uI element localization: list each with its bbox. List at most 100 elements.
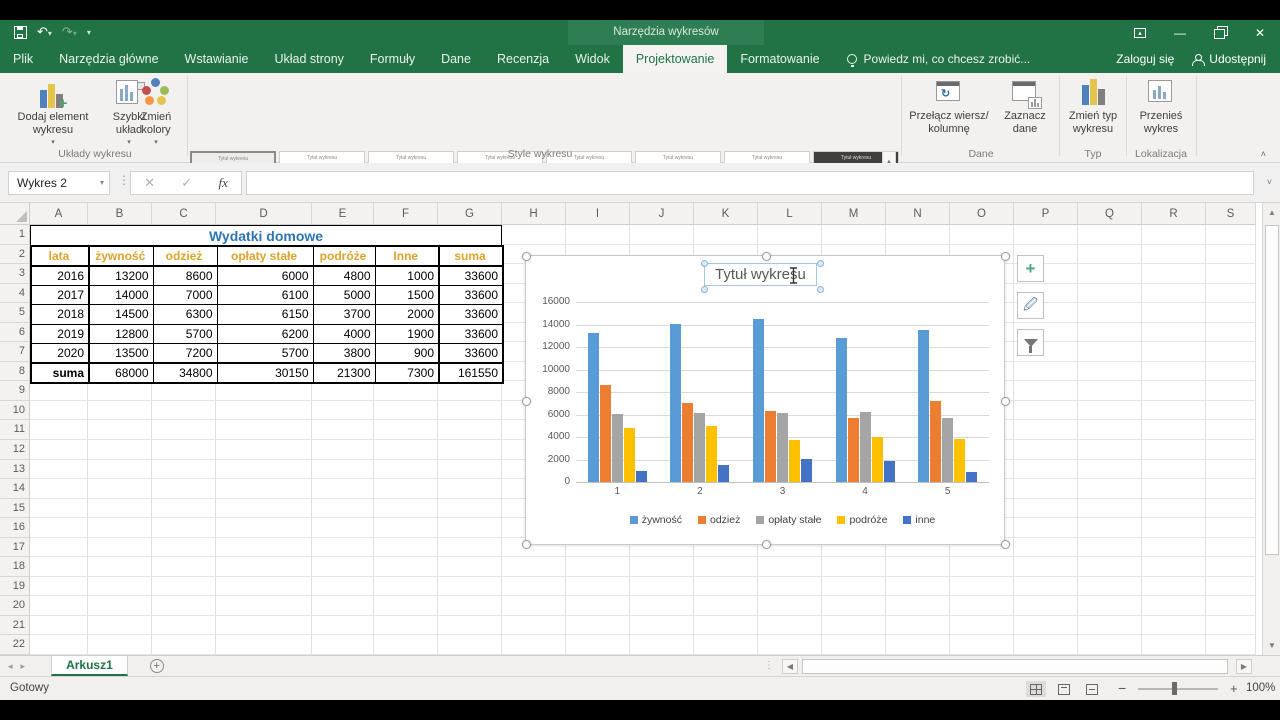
table-cell[interactable]: 30150 [217,363,313,383]
row-header-11[interactable]: 11 [0,420,30,440]
row-header-5[interactable]: 5 [0,303,30,323]
chart-selection-handle[interactable] [522,397,531,406]
table-row[interactable]: 201613200860060004800100033600 [31,266,503,286]
row-header-4[interactable]: 4 [0,284,30,304]
row-header-2[interactable]: 2 [0,245,30,265]
row-header-17[interactable]: 17 [0,538,30,558]
tab-wstawianie[interactable]: Wstawianie [172,45,262,73]
table-cell[interactable]: 900 [375,344,439,364]
chart-bar-żywność[interactable] [588,333,599,482]
table-cell[interactable]: 2016 [31,266,89,286]
chart-selection-handle[interactable] [1001,540,1010,549]
table-cell[interactable]: 161550 [439,363,503,383]
legend-item-podróże[interactable]: podróże [837,514,887,526]
chart-selection-handle[interactable] [1001,252,1010,261]
table-cell[interactable]: 2019 [31,324,89,344]
table-cell[interactable]: 68000 [89,363,153,383]
table-cell[interactable]: 3700 [313,305,375,325]
table-cell[interactable]: 2000 [375,305,439,325]
table-cell[interactable]: odzież [153,246,217,266]
table-cell[interactable]: 6100 [217,285,313,305]
table-cell[interactable]: suma [31,363,89,383]
sheet-tab-arkusz1[interactable]: Arkusz1 [51,656,128,676]
row-header-9[interactable]: 9 [0,381,30,401]
tab-układ-strony[interactable]: Układ strony [261,45,356,73]
insert-function-icon[interactable]: fx [218,175,227,191]
tab-projektowanie[interactable]: Projektowanie [623,45,728,73]
row-header-19[interactable]: 19 [0,577,30,597]
data-table[interactable]: latażywnośćodzieżopłaty stałepodróżeInne… [30,245,504,384]
column-header-E[interactable]: E [312,203,374,225]
column-header-R[interactable]: R [1142,203,1206,225]
sign-in-link[interactable]: Zaloguj się [1116,52,1174,66]
column-header-B[interactable]: B [88,203,152,225]
chart-bar-odzież[interactable] [600,385,611,482]
table-cell[interactable]: 33600 [439,324,503,344]
scroll-up-icon[interactable]: ▲ [1263,203,1280,222]
column-header-C[interactable]: C [152,203,216,225]
tab-recenzja[interactable]: Recenzja [484,45,562,73]
sheet-nav-left-icon[interactable]: ◂ [0,656,21,676]
table-cell[interactable]: opłaty stałe [217,246,313,266]
table-cell[interactable]: 14500 [89,305,153,325]
zoom-slider-thumb[interactable] [1172,682,1177,695]
column-header-S[interactable]: S [1206,203,1256,225]
chart-bar-inne[interactable] [636,471,647,482]
normal-view-button[interactable] [1026,681,1046,697]
enter-icon[interactable]: ✓ [181,175,192,191]
expand-formula-bar-icon[interactable]: ˅ [1267,177,1272,187]
zoom-slider-track[interactable] [1138,688,1218,690]
move-chart-button[interactable]: Przenieś wykres [1130,75,1192,147]
share-button[interactable]: Udostępnij [1192,52,1266,66]
column-header-G[interactable]: G [438,203,502,225]
chart-bar-inne[interactable] [718,465,729,482]
row-header-22[interactable]: 22 [0,635,30,655]
column-header-H[interactable]: H [502,203,566,225]
column-header-L[interactable]: L [758,203,822,225]
chart-bar-inne[interactable] [966,472,977,482]
chart-bar-opłaty stałe[interactable] [694,413,705,482]
tab-plik[interactable]: Plik [0,45,46,73]
horizontal-scrollbar[interactable]: ◀ ▶ [782,656,1252,676]
table-cell[interactable]: 5000 [313,285,375,305]
select-data-button[interactable]: Zaznacz dane [994,75,1056,147]
table-cell[interactable]: 1900 [375,324,439,344]
legend-item-opłaty stałe[interactable]: opłaty stałe [756,514,821,526]
table-cell[interactable]: 4800 [313,266,375,286]
table-cell[interactable]: 1500 [375,285,439,305]
chart-bar-opłaty stałe[interactable] [942,418,953,482]
row-header-1[interactable]: 1 [0,225,30,245]
table-cell[interactable]: 8600 [153,266,217,286]
table-cell[interactable]: 2020 [31,344,89,364]
chart-selection-handle[interactable] [522,540,531,549]
chart-styles-button[interactable]: 🖉 [1017,292,1044,319]
legend-item-odzież[interactable]: odzież [698,514,740,526]
table-cell[interactable]: 13200 [89,266,153,286]
chart-bar-żywność[interactable] [836,338,847,482]
row-header-18[interactable]: 18 [0,557,30,577]
table-cell[interactable]: 13500 [89,344,153,364]
table-cell[interactable]: Inne [375,246,439,266]
close-button[interactable]: ✕ [1240,20,1280,45]
tab-widok[interactable]: Widok [562,45,623,73]
column-header-K[interactable]: K [694,203,758,225]
row-header-6[interactable]: 6 [0,323,30,343]
table-cell[interactable]: 33600 [439,266,503,286]
change-chart-type-button[interactable]: Zmień typ wykresu [1063,75,1123,147]
chart-title[interactable]: Tytuł wykresu [704,263,817,286]
title-selection-handle[interactable] [817,260,824,267]
chart-bar-podróże[interactable] [872,437,883,482]
chart-bar-żywność[interactable] [918,330,929,482]
table-cell[interactable]: 5700 [217,344,313,364]
row-header-15[interactable]: 15 [0,499,30,519]
name-box-caret-icon[interactable]: ▾ [100,172,104,194]
table-cell[interactable]: 14000 [89,285,153,305]
switch-row-column-button[interactable]: ↻ Przełącz wiersz/ kolumnę [906,75,992,147]
page-layout-view-button[interactable] [1054,681,1074,697]
chart-bar-żywność[interactable] [753,319,764,482]
chart-bar-inne[interactable] [884,461,895,482]
table-cell[interactable]: 33600 [439,305,503,325]
column-header-J[interactable]: J [630,203,694,225]
legend-item-żywność[interactable]: żywność [630,514,682,526]
tell-me-box[interactable]: Powiedz mi, co chcesz zrobić... [847,45,1031,73]
